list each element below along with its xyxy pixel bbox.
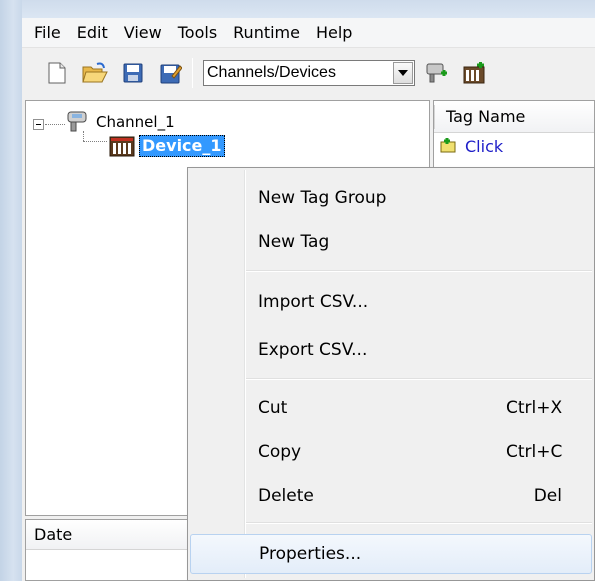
save-button[interactable] (120, 60, 146, 86)
save-as-icon (160, 64, 182, 84)
menu-item-label: Delete (258, 486, 314, 506)
new-file-icon (48, 62, 66, 84)
menu-item-properties[interactable]: Properties... (190, 534, 592, 574)
tag-row[interactable]: Click (439, 137, 503, 156)
menu-item-label: Properties... (259, 544, 362, 564)
new-channel-icon (426, 63, 447, 83)
chevron-down-icon (398, 70, 408, 76)
view-select-value: Channels/Devices (207, 64, 336, 81)
window-frame-left (0, 0, 22, 581)
tag-icon (440, 137, 456, 152)
menu-item-shortcut: Ctrl+C (506, 442, 563, 462)
menu-item-import-csv[interactable]: Import CSV... (190, 282, 592, 322)
collapse-icon[interactable] (33, 119, 44, 130)
menu-item-new-tag-group[interactable]: New Tag Group (190, 178, 592, 218)
menu-tools[interactable]: Tools (170, 18, 225, 48)
open-project-button[interactable] (82, 60, 108, 86)
menu-item-copy[interactable]: Copy Ctrl+C (190, 432, 592, 472)
menu-separator (246, 270, 592, 272)
menu-item-label: New Tag (258, 232, 330, 252)
view-select-dropdown-button[interactable] (393, 62, 413, 84)
menu-item-label: Copy (258, 442, 302, 462)
tree-item-label-selected: Device_1 (139, 135, 225, 157)
menu-item-label: Cut (258, 398, 288, 418)
window-frame-top (0, 0, 595, 18)
new-device-button[interactable] (461, 60, 487, 86)
tree-item-channel[interactable]: Channel_1 (64, 111, 175, 133)
save-as-button[interactable] (158, 60, 184, 86)
menu-item-shortcut: Del (533, 486, 562, 506)
tree-connector (83, 141, 107, 142)
menu-bar: File Edit View Tools Runtime Help (22, 18, 595, 48)
menu-help[interactable]: Help (308, 18, 360, 48)
device-icon (109, 136, 135, 157)
menu-item-delete[interactable]: Delete Del (190, 476, 592, 516)
menu-item-label: New Tag Group (258, 188, 387, 208)
new-channel-button[interactable] (423, 60, 449, 86)
menu-separator (246, 522, 592, 524)
open-folder-icon (82, 62, 108, 83)
menu-item-label: Export CSV... (258, 340, 368, 360)
new-device-icon (463, 62, 485, 84)
menu-item-label: Import CSV... (258, 292, 369, 312)
toolbar: Channels/Devices (22, 49, 595, 97)
tree-item-label: Channel_1 (96, 113, 175, 131)
tree-item-device[interactable]: Device_1 (109, 135, 225, 157)
menu-file[interactable]: File (26, 18, 69, 48)
context-menu: New Tag Group New Tag Import CSV... Expo… (187, 167, 595, 581)
new-project-button[interactable] (44, 60, 70, 86)
tree-connector (45, 124, 65, 125)
menu-edit[interactable]: Edit (69, 18, 116, 48)
menu-item-cut[interactable]: Cut Ctrl+X (190, 388, 592, 428)
save-icon (123, 63, 143, 83)
menu-view[interactable]: View (116, 18, 170, 48)
toolbar-separator (192, 58, 193, 88)
column-header-tag-name[interactable]: Tag Name (434, 101, 594, 133)
menu-item-export-csv[interactable]: Export CSV... (190, 330, 592, 370)
menu-runtime[interactable]: Runtime (225, 18, 308, 48)
channel-icon (67, 111, 87, 132)
menu-separator (246, 378, 592, 380)
menu-item-shortcut: Ctrl+X (506, 398, 563, 418)
menu-item-new-tag[interactable]: New Tag (190, 222, 592, 262)
view-select[interactable]: Channels/Devices (203, 60, 415, 86)
tag-name: Click (465, 137, 504, 156)
